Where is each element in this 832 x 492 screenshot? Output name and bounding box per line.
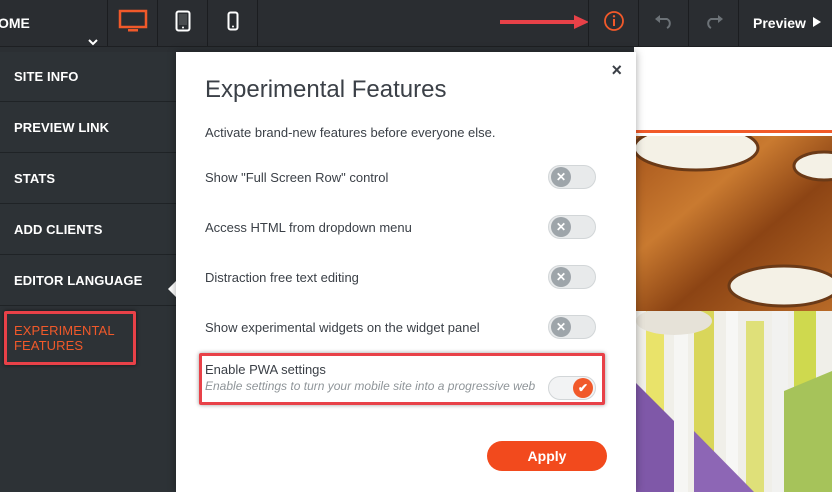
sidebar-item-site-info[interactable]: SITE INFO [0, 52, 176, 102]
toggle-distraction-free[interactable]: ✕ [548, 265, 596, 289]
close-icon: ✕ [551, 167, 571, 187]
toggle-access-html[interactable]: ✕ [548, 215, 596, 239]
apply-button[interactable]: Apply [487, 441, 607, 471]
tablet-icon [175, 10, 191, 37]
settings-sidebar: SITE INFO PREVIEW LINK STATS ADD CLIENTS… [0, 52, 176, 492]
toggle-experimental-widgets[interactable]: ✕ [548, 315, 596, 339]
panel-description: Activate brand-new features before every… [205, 125, 496, 140]
redo-button[interactable] [688, 0, 738, 46]
desktop-icon [118, 9, 148, 38]
sidebar-item-label: ADD CLIENTS [14, 222, 103, 237]
tablet-view-button[interactable] [158, 0, 208, 46]
site-preview [634, 47, 832, 492]
play-icon [812, 15, 822, 31]
page-selector-label: OME [0, 15, 30, 31]
close-icon[interactable]: × [611, 60, 622, 81]
redo-icon [704, 13, 724, 34]
desktop-view-button[interactable] [108, 0, 158, 46]
toggle-full-screen-row[interactable]: ✕ [548, 165, 596, 189]
sidebar-item-editor-language[interactable]: EDITOR LANGUAGE [0, 256, 176, 306]
close-icon: ✕ [551, 317, 571, 337]
mobile-view-button[interactable] [208, 0, 258, 46]
check-icon: ✔ [573, 378, 593, 398]
sidebar-item-add-clients[interactable]: ADD CLIENTS [0, 205, 176, 255]
sidebar-item-stats[interactable]: STATS [0, 154, 176, 204]
sidebar-item-label: EDITOR LANGUAGE [14, 273, 143, 288]
panel-title: Experimental Features [205, 76, 447, 103]
sidebar-item-preview-link[interactable]: PREVIEW LINK [0, 103, 176, 153]
undo-button[interactable] [638, 0, 688, 46]
preview-button[interactable]: Preview [738, 0, 832, 46]
close-icon: ✕ [551, 267, 571, 287]
annotation-highlight-box [4, 311, 136, 365]
feature-label-pwa-settings: Enable PWA settings [205, 362, 326, 377]
site-hero-image [634, 124, 832, 311]
page-selector[interactable]: OME [0, 0, 108, 46]
close-icon: ✕ [551, 217, 571, 237]
top-toolbar: OME Preview [0, 0, 832, 47]
annotation-arrow-icon [498, 14, 590, 30]
annotation-highlight-box: Enable PWA settings Enable settings to t… [199, 353, 605, 405]
feature-label-experimental-widgets: Show experimental widgets on the widget … [205, 320, 480, 335]
mobile-icon [227, 11, 239, 36]
toggle-pwa-settings[interactable]: ✔ [548, 376, 596, 400]
sidebar-item-label: STATS [14, 171, 56, 186]
site-room-image [634, 307, 832, 492]
experimental-features-panel: × Experimental Features Activate brand-n… [176, 52, 636, 492]
sidebar-item-label: PREVIEW LINK [14, 120, 110, 135]
feature-label-full-screen-row: Show "Full Screen Row" control [205, 170, 389, 185]
sidebar-item-label: SITE INFO [14, 69, 79, 84]
info-button[interactable] [588, 0, 638, 46]
feature-description-pwa-settings: Enable settings to turn your mobile site… [205, 379, 536, 393]
feature-label-distraction-free: Distraction free text editing [205, 270, 359, 285]
undo-icon [654, 13, 674, 34]
site-header [634, 47, 832, 133]
info-icon [603, 10, 625, 37]
preview-label: Preview [753, 15, 806, 31]
feature-label-access-html: Access HTML from dropdown menu [205, 220, 412, 235]
